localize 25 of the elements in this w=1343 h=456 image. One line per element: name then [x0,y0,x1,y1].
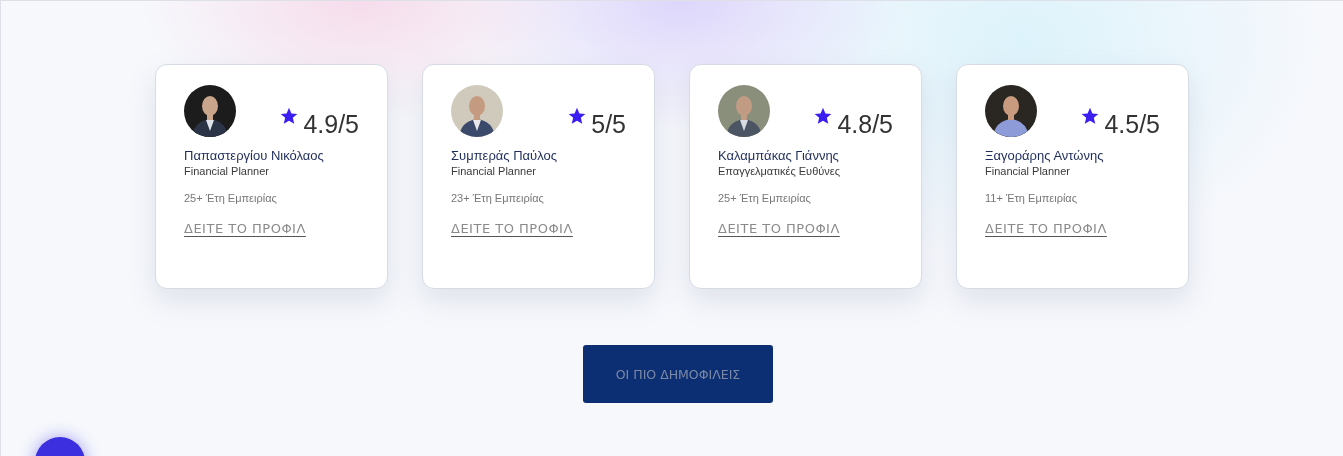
advisor-name: Συμπεράς Παύλος [451,148,558,163]
profile-link[interactable]: ΔΕΙΤΕ ΤΟ ΠΡΟΦΙΛ [184,221,306,236]
advisor-role: Financial Planner [184,165,270,177]
popular-button[interactable]: ΟΙ ΠΙΟ ΔΗΜΟΦΙΛΕΙΣ [583,345,773,403]
advisor-role: Financial Planner [451,165,537,177]
advisor-name: Παπαστεργίου Νικόλαος [184,148,325,163]
experience-text: 25+ Έτη Εμπειρίας [718,192,812,204]
experience-text: 23+ Έτη Εμπειρίας [451,192,545,204]
experience-text: 25+ Έτη Εμπειρίας [184,192,278,204]
advisor-role: Financial Planner [985,165,1071,177]
profile-link[interactable]: ΔΕΙΤΕ ΤΟ ΠΡΟΦΙΛ [985,221,1107,236]
rating-value: 4.8/5 [837,110,893,138]
advisor-name: Ξαγοράρης Αντώνης [985,148,1105,163]
star-icon [1080,106,1101,126]
star-icon [813,106,834,126]
advisor-role: Επαγγελματικές Ευθύνες [718,165,841,177]
advisor-name: Καλαμπάκας Γιάννης [718,148,840,163]
rating-value: 5/5 [591,110,626,138]
experience-text: 11+ Έτη Εμπειρίας [985,192,1079,204]
profile-link[interactable]: ΔΕΙΤΕ ΤΟ ΠΡΟΦΙΛ [718,221,840,236]
profile-link[interactable]: ΔΕΙΤΕ ΤΟ ΠΡΟΦΙΛ [451,221,573,236]
star-icon [567,106,588,126]
rating-value: 4.5/5 [1104,110,1160,138]
rating-value: 4.9/5 [303,110,359,138]
star-icon [279,106,300,126]
